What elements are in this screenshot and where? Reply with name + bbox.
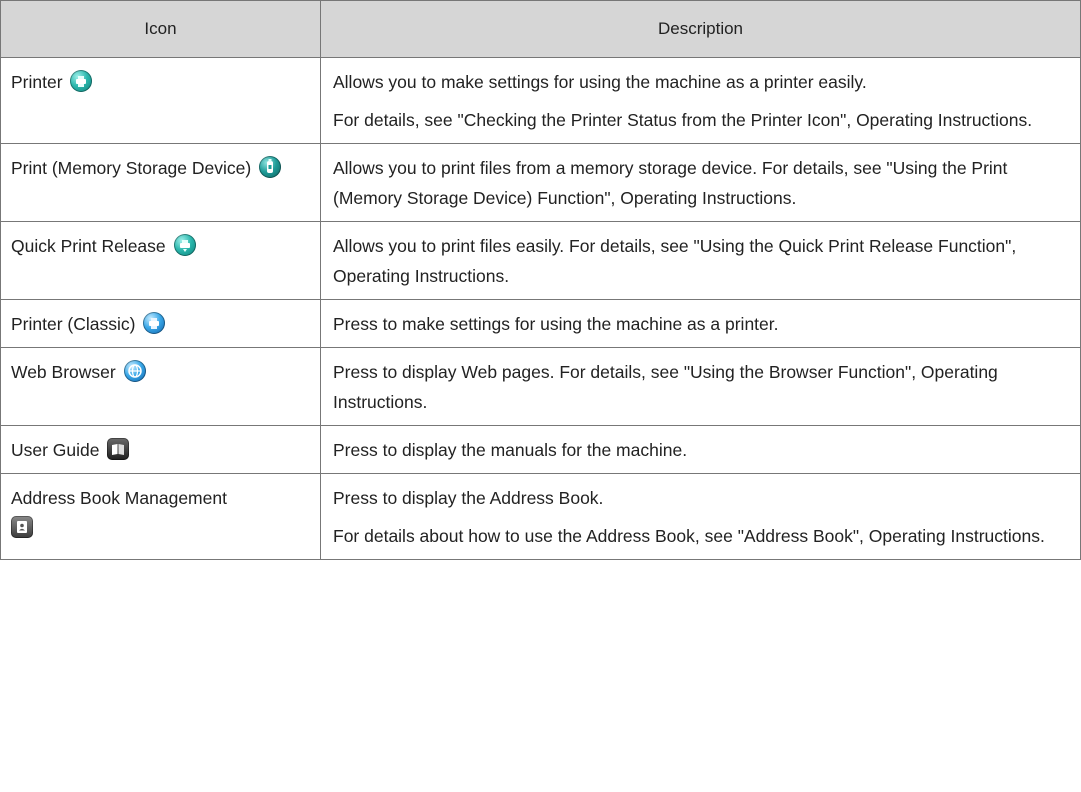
row-name: Web Browser xyxy=(11,362,116,382)
row-description: Allows you to print files from a memory … xyxy=(333,158,1008,208)
row-name-cell: Print (Memory Storage Device) xyxy=(0,143,321,222)
row-name: User Guide xyxy=(11,440,100,460)
row-name: Address Book Management xyxy=(11,488,227,508)
row-name: Print (Memory Storage Device) xyxy=(11,158,252,178)
table-row: Address Book Management Press to display… xyxy=(0,473,1081,560)
row-description-cell: Press to make settings for using the mac… xyxy=(320,299,1081,348)
row-description: Press to make settings for using the mac… xyxy=(333,314,779,334)
row-description-cell: Allows you to print files from a memory … xyxy=(320,143,1081,222)
memory-storage-icon xyxy=(259,156,282,178)
row-name-cell: Web Browser xyxy=(0,347,321,426)
row-name-cell: User Guide xyxy=(0,425,321,474)
user-guide-icon xyxy=(107,438,130,460)
row-description: For details about how to use the Address… xyxy=(333,526,1045,546)
table-header-row: Icon Description xyxy=(0,0,1081,58)
printer-classic-icon xyxy=(143,312,166,334)
header-description: Description xyxy=(320,0,1081,58)
web-browser-icon xyxy=(123,360,146,382)
table-row: Print (Memory Storage Device) Allows you… xyxy=(0,143,1081,222)
row-description-cell: Allows you to print files easily. For de… xyxy=(320,221,1081,300)
printer-icon xyxy=(70,70,93,92)
header-icon: Icon xyxy=(0,0,321,58)
icon-description-table: Icon Description Printer Allows you to m… xyxy=(0,0,1081,560)
row-description-cell: Allows you to make settings for using th… xyxy=(320,57,1081,144)
row-description: Press to display the manuals for the mac… xyxy=(333,440,688,460)
row-description: Press to display Web pages. For details,… xyxy=(333,362,998,412)
table-row: Printer (Classic) Press to make settings… xyxy=(0,299,1081,348)
row-name: Printer xyxy=(11,72,63,92)
row-name: Printer (Classic) xyxy=(11,314,136,334)
row-name-cell: Printer (Classic) xyxy=(0,299,321,348)
row-name-cell: Address Book Management xyxy=(0,473,321,560)
row-description: For details, see "Checking the Printer S… xyxy=(333,110,1033,130)
row-name: Quick Print Release xyxy=(11,236,166,256)
row-name-cell: Printer xyxy=(0,57,321,144)
address-book-icon xyxy=(11,516,33,538)
row-description-cell: Press to display the manuals for the mac… xyxy=(320,425,1081,474)
quick-print-release-icon xyxy=(173,234,196,256)
row-description-cell: Press to display Web pages. For details,… xyxy=(320,347,1081,426)
row-description: Allows you to print files easily. For de… xyxy=(333,236,1017,286)
table-row: Printer Allows you to make settings for … xyxy=(0,57,1081,144)
table-row: Quick Print Release Allows you to print … xyxy=(0,221,1081,300)
row-description: Press to display the Address Book. xyxy=(333,488,604,508)
row-description-cell: Press to display the Address Book. For d… xyxy=(320,473,1081,560)
table-row: Web Browser Press to display Web pages. … xyxy=(0,347,1081,426)
table-row: User Guide Press to display the manuals … xyxy=(0,425,1081,474)
row-description: Allows you to make settings for using th… xyxy=(333,72,867,92)
row-name-cell: Quick Print Release xyxy=(0,221,321,300)
